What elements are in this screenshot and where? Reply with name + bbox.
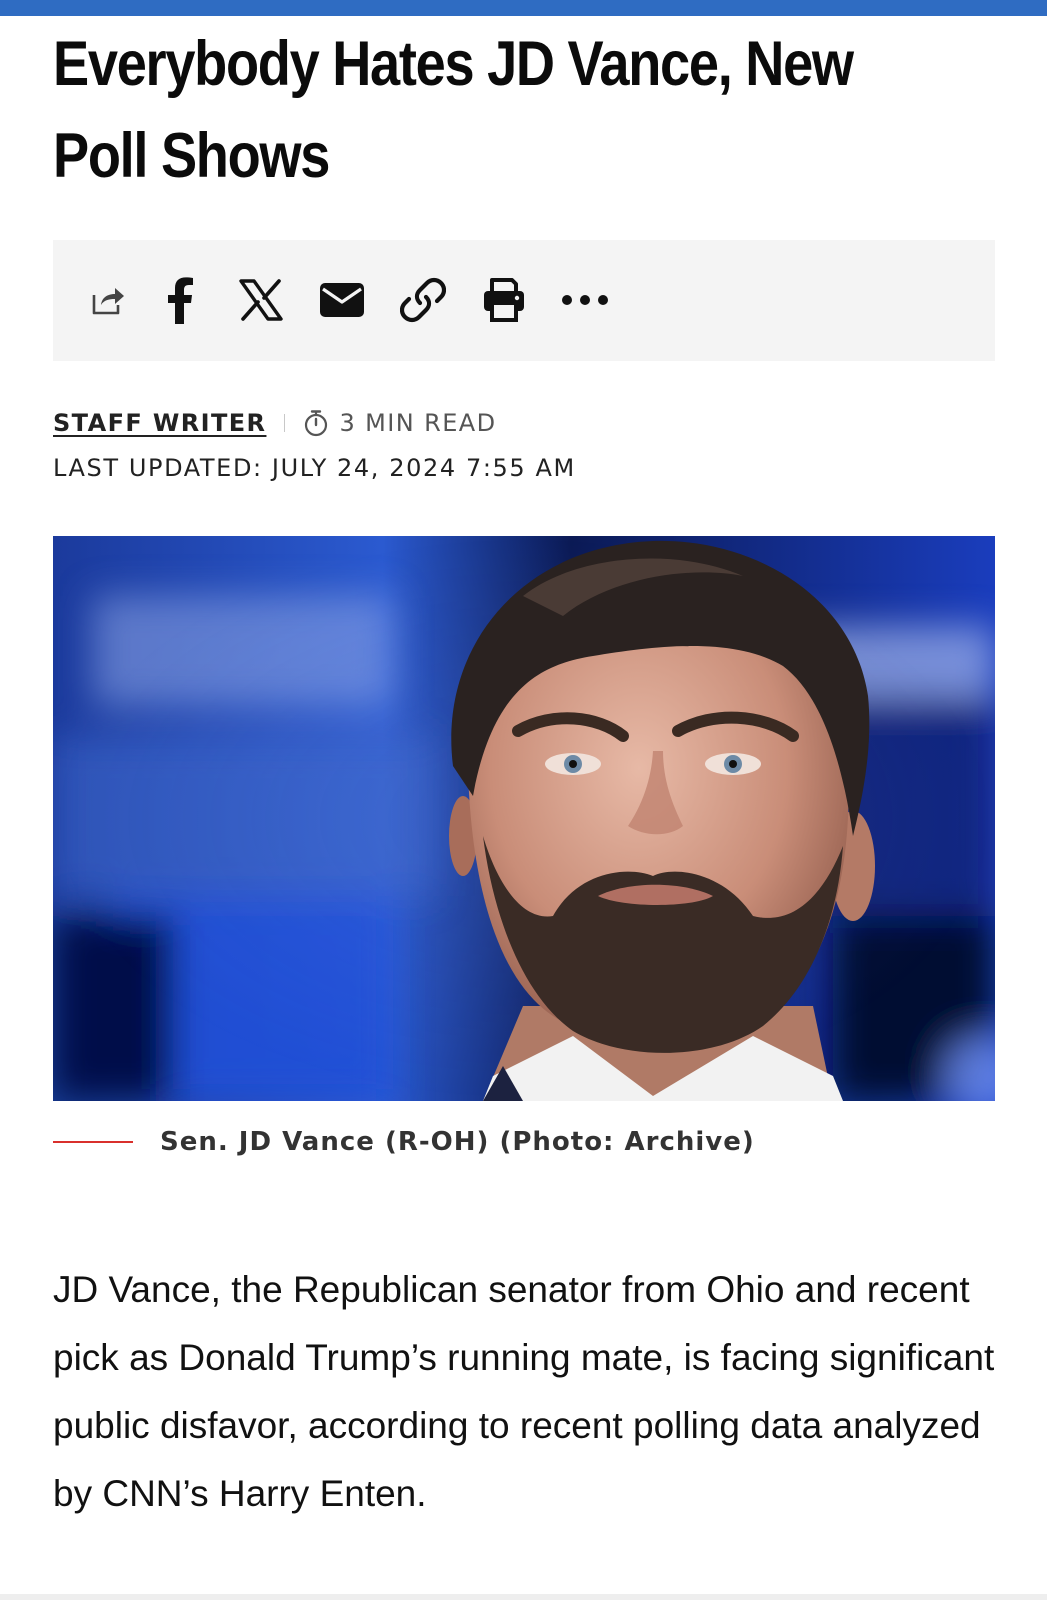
- bottom-divider: [0, 1594, 1047, 1600]
- lead-paragraph: JD Vance, the Republican senator from Oh…: [53, 1269, 995, 1514]
- portrait-photo-illustration: [53, 536, 995, 1101]
- link-icon[interactable]: [393, 270, 453, 330]
- article-meta: STAFF WRITER 3 MIN READ: [53, 404, 496, 442]
- meta-divider: [284, 414, 286, 432]
- facebook-icon[interactable]: [150, 270, 210, 330]
- article-headline: Everybody Hates JD Vance, New Poll Shows: [53, 29, 854, 191]
- share-toolbar: [53, 240, 995, 361]
- more-icon[interactable]: [555, 270, 615, 330]
- top-accent-bar: [0, 0, 1047, 16]
- share-icon[interactable]: [78, 270, 138, 330]
- last-updated: LAST UPDATED: JULY 24, 2024 7:55 AM: [53, 454, 576, 482]
- email-icon[interactable]: [312, 270, 372, 330]
- image-caption: Sen. JD Vance (R-OH) (Photo: Archive): [160, 1127, 755, 1157]
- image-caption-row: Sen. JD Vance (R-OH) (Photo: Archive): [53, 1122, 755, 1162]
- caption-rule: [53, 1141, 133, 1143]
- print-icon[interactable]: [474, 270, 534, 330]
- stopwatch-icon: [303, 409, 329, 437]
- x-icon[interactable]: [231, 270, 291, 330]
- read-time: 3 MIN READ: [339, 409, 497, 437]
- hero-photo: [53, 536, 995, 1101]
- author-link[interactable]: STAFF WRITER: [53, 409, 266, 437]
